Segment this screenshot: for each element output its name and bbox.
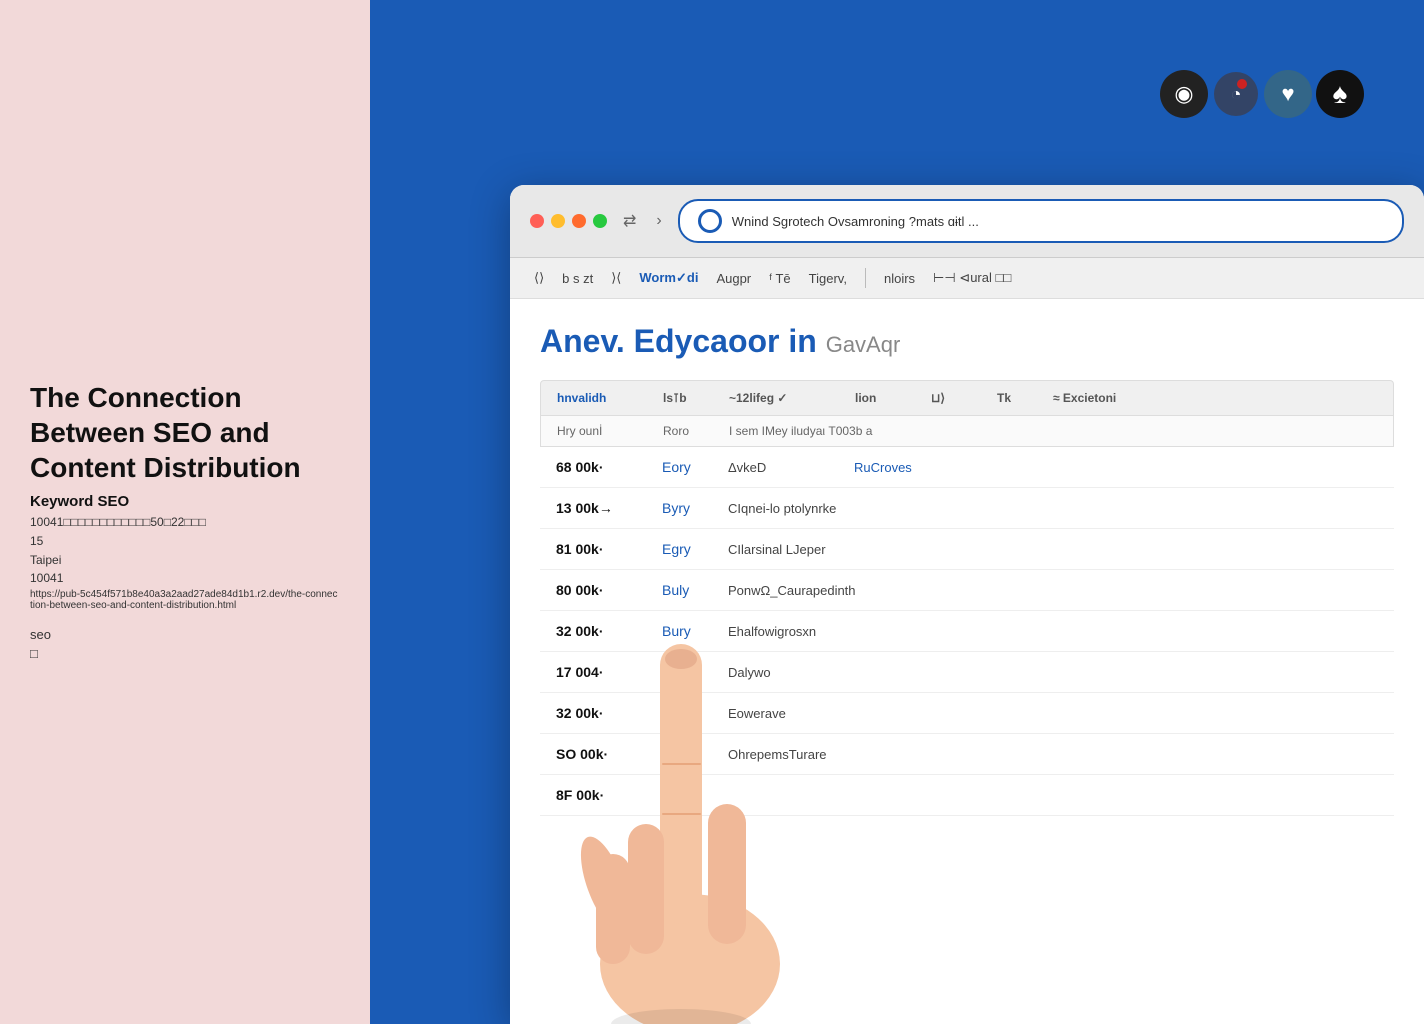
- table-row: 68 00k· Eory ΔvkeD RuCroves: [540, 447, 1394, 488]
- table-row: 13 00k→ Byry CIqnei-lo ptolynrke: [540, 488, 1394, 529]
- meta-line-1: 10041□□□□□□□□□□□□50□22□□□: [30, 514, 340, 531]
- address-text: Wnind Sgrotech Ovsamroning ?mats ɑɨtl ..…: [732, 214, 1384, 229]
- row-vol: 32 00k·: [556, 705, 646, 721]
- browser-toolbar: ⟨⟩ b s zt ⟩⟨ Worm✓di Augpr ᶠ Tē Tigerv, …: [510, 258, 1424, 299]
- row-keyword: Bory: [662, 705, 712, 721]
- toolbar-icon2[interactable]: ⟩⟨: [611, 270, 621, 286]
- left-panel: The Connection Between SEO and Content D…: [0, 0, 370, 1024]
- col-header-tk: Tk: [997, 391, 1037, 405]
- heading-highlight: Edycaoor: [634, 323, 780, 359]
- svg-text:◔: ◔: [1231, 84, 1242, 104]
- row-keyword: Ryly: [662, 664, 712, 680]
- address-bar[interactable]: Wnind Sgrotech Ovsamroning ?mats ɑɨtl ..…: [678, 199, 1404, 243]
- row-vol: 17 004·: [556, 664, 646, 680]
- row-vol: 8F 00k·: [556, 787, 646, 803]
- toolbar-tigerv[interactable]: Tigerv,: [809, 271, 847, 286]
- toolbar-icon1[interactable]: ⟨⟩: [534, 270, 544, 286]
- browser-chrome: ⇄ › Wnind Sgrotech Ovsamroning ?mats ɑɨt…: [510, 185, 1424, 258]
- row-action[interactable]: RuCroves: [854, 460, 914, 475]
- toolbar-ural[interactable]: ⊢⊣ ⊲ural □□: [933, 270, 1011, 286]
- row-vol: 13 00k→: [556, 500, 646, 516]
- row-vol: 32 00k·: [556, 623, 646, 639]
- row-keyword: Eory: [662, 459, 712, 475]
- page-title: The Connection Between SEO and Content D…: [30, 380, 340, 485]
- row-difficulty: OhrepemsTurare: [728, 747, 928, 762]
- row-difficulty: ΔvkeD: [728, 460, 838, 475]
- meta-line-2: 15: [30, 533, 340, 550]
- tag-seo: seo: [30, 627, 340, 642]
- nav-forward-button[interactable]: ›: [652, 210, 665, 232]
- col-header-12lifeg: ~12lifeg ✓: [729, 391, 839, 405]
- row-vol: 80 00k·: [556, 582, 646, 598]
- table-row: SO 00k· Nilly OhrepemsTurare: [540, 734, 1394, 775]
- col-header-lion: lion: [855, 391, 915, 405]
- data-table: hnvalidh ls⊺b ~12lifeg ✓ lion ⊔⟩ Tk ≈ Ex…: [540, 380, 1394, 816]
- top-icon-b[interactable]: ◔: [1212, 70, 1260, 118]
- heading-sub: GavAqr: [826, 332, 901, 357]
- right-area: ◉ ◔ ♥ ♠ ⇄ › Wnind Sgrotech Ovsamron: [370, 0, 1424, 1024]
- row-difficulty: CIlarsinal LJeper: [728, 542, 928, 557]
- row-difficulty: Ehalfowigrosxn: [728, 624, 928, 639]
- col-header-excie: ≈ Excietoni: [1053, 391, 1173, 405]
- meta-line-3: Taipei: [30, 552, 340, 569]
- browser-window: ⇄ › Wnind Sgrotech Ovsamroning ?mats ɑɨt…: [510, 185, 1424, 1024]
- traffic-lights: [530, 214, 607, 228]
- address-circle-icon: [698, 209, 722, 233]
- col-header-icon3: ⊔⟩: [931, 391, 981, 405]
- subheader-roro: Roro: [663, 424, 713, 438]
- heading-mid: in: [788, 323, 825, 359]
- table-row: 8F 00k·: [540, 775, 1394, 816]
- row-keyword: Buly: [662, 582, 712, 598]
- top-icons: ◉ ◔ ♥ ♠: [1160, 70, 1364, 118]
- row-difficulty: Eowerave: [728, 706, 928, 721]
- toolbar-te[interactable]: ᶠ Tē: [769, 271, 791, 286]
- col-header-hvalidh: hnvalidh: [557, 391, 647, 405]
- row-vol: SO 00k·: [556, 746, 646, 762]
- toolbar-wormdi[interactable]: Worm✓di: [639, 270, 698, 286]
- table-row: 17 004· Ryly Dalywo: [540, 652, 1394, 693]
- traffic-light-yellow[interactable]: [551, 214, 565, 228]
- toolbar-separator: [865, 268, 866, 288]
- top-icon-a[interactable]: ◉: [1160, 70, 1208, 118]
- meta-label: Keyword SEO: [30, 493, 340, 510]
- traffic-light-orange[interactable]: [572, 214, 586, 228]
- toolbar-bszt[interactable]: b s zt: [562, 271, 593, 286]
- subheader-hryoun: Hry ounİ: [557, 424, 647, 438]
- row-keyword: Nilly: [662, 746, 712, 762]
- row-difficulty: Dalywo: [728, 665, 928, 680]
- table-row: 32 00k· Bory Eowerave: [540, 693, 1394, 734]
- toolbar-nloirs[interactable]: nloirs: [884, 271, 915, 286]
- subheader-sem: I sem IMey iludyaι T003b a: [729, 424, 872, 438]
- row-keyword: Bury: [662, 623, 712, 639]
- row-keyword: Byry: [662, 500, 712, 516]
- top-icon-d[interactable]: ♠: [1316, 70, 1364, 118]
- table-row: 80 00k· Buly PonwΩ_Caurapedinth: [540, 570, 1394, 611]
- col-header-lstb: ls⊺b: [663, 391, 713, 405]
- meta-url: https://pub-5c454f571b8e40a3a2aad27ade84…: [30, 589, 340, 611]
- meta-line-4: 10041: [30, 570, 340, 587]
- traffic-light-red[interactable]: [530, 214, 544, 228]
- heading-pre: Anev.: [540, 323, 625, 359]
- row-difficulty: PonwΩ_Caurapedinth: [728, 583, 928, 598]
- browser-content: Anev. Edycaoor in GavAqr hnvalidh ls⊺b ~…: [510, 299, 1424, 1024]
- table-row: 81 00k· Egry CIlarsinal LJeper: [540, 529, 1394, 570]
- page-heading: Anev. Edycaoor in GavAqr: [540, 323, 1394, 360]
- row-vol: 81 00k·: [556, 541, 646, 557]
- tag-extra: □: [30, 646, 340, 661]
- row-vol: 68 00k·: [556, 459, 646, 475]
- toolbar-augpr[interactable]: Augpr: [716, 271, 751, 286]
- row-keyword: Egry: [662, 541, 712, 557]
- row-difficulty: CIqnei-lo ptolynrke: [728, 501, 928, 516]
- traffic-light-green[interactable]: [593, 214, 607, 228]
- nav-back-button[interactable]: ⇄: [619, 209, 640, 233]
- top-icon-c[interactable]: ♥: [1264, 70, 1312, 118]
- table-row: 32 00k· Bury Ehalfowigrosxn: [540, 611, 1394, 652]
